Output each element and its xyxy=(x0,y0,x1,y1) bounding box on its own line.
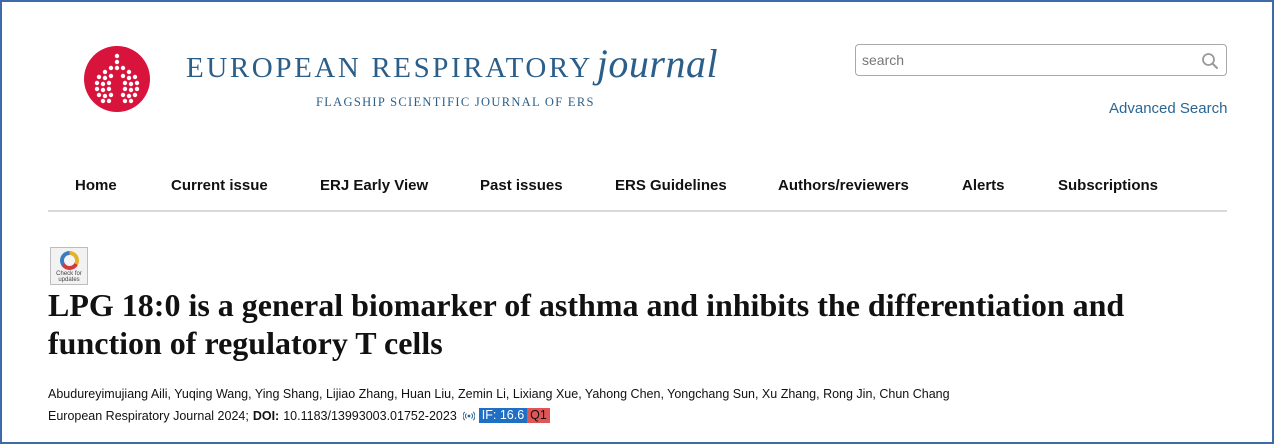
nav-item-home[interactable]: Home xyxy=(75,177,117,194)
search-box xyxy=(855,44,1227,76)
search-icon[interactable] xyxy=(1201,52,1219,70)
nav-item-alerts[interactable]: Alerts xyxy=(962,177,1005,194)
doi-value[interactable]: 10.1183/13993003.01752-2023 xyxy=(283,409,457,423)
author-list: Abudureyimujiang Aili, Yuqing Wang, Ying… xyxy=(48,387,950,401)
nav-item-subscriptions[interactable]: Subscriptions xyxy=(1058,177,1158,194)
ers-lungs-logo-icon[interactable] xyxy=(84,46,150,112)
crossmark-icon xyxy=(60,251,79,270)
journal-brand-title[interactable]: EUROPEAN RESPIRATORY journal xyxy=(186,40,718,87)
impact-factor-badge: IF: 16.6 xyxy=(478,408,528,423)
journal-citation: European Respiratory Journal 2024; xyxy=(48,408,249,423)
nav-item-ers-guidelines[interactable]: ERS Guidelines xyxy=(615,177,727,194)
advanced-search-link[interactable]: Advanced Search xyxy=(1109,100,1227,117)
nav-item-erj-early-view[interactable]: ERJ Early View xyxy=(320,177,428,194)
brand-subtitle: FLAGSHIP SCIENTIFIC JOURNAL OF ERS xyxy=(316,95,595,109)
brand-name-journal: journal xyxy=(596,41,719,86)
doi-label: DOI: xyxy=(252,408,280,423)
main-nav: Home Current issue ERJ Early View Past i… xyxy=(48,172,1227,202)
nav-item-authors-reviewers[interactable]: Authors/reviewers xyxy=(778,177,909,194)
broadcast-icon xyxy=(462,410,475,421)
citation-line: European Respiratory Journal 2024; DOI: … xyxy=(48,408,550,423)
check-for-updates-label: Check for updates xyxy=(56,271,82,283)
check-for-updates-badge[interactable]: Check for updates xyxy=(50,247,88,285)
nav-item-past-issues[interactable]: Past issues xyxy=(480,177,563,194)
article-title: LPG 18:0 is a general biomarker of asthm… xyxy=(48,287,1125,361)
search-input[interactable] xyxy=(862,49,1192,71)
nav-divider xyxy=(48,210,1227,212)
brand-name-caps: EUROPEAN RESPIRATORY xyxy=(186,52,593,84)
quartile-badge: Q1 xyxy=(527,408,550,423)
nav-item-current-issue[interactable]: Current issue xyxy=(171,177,268,194)
